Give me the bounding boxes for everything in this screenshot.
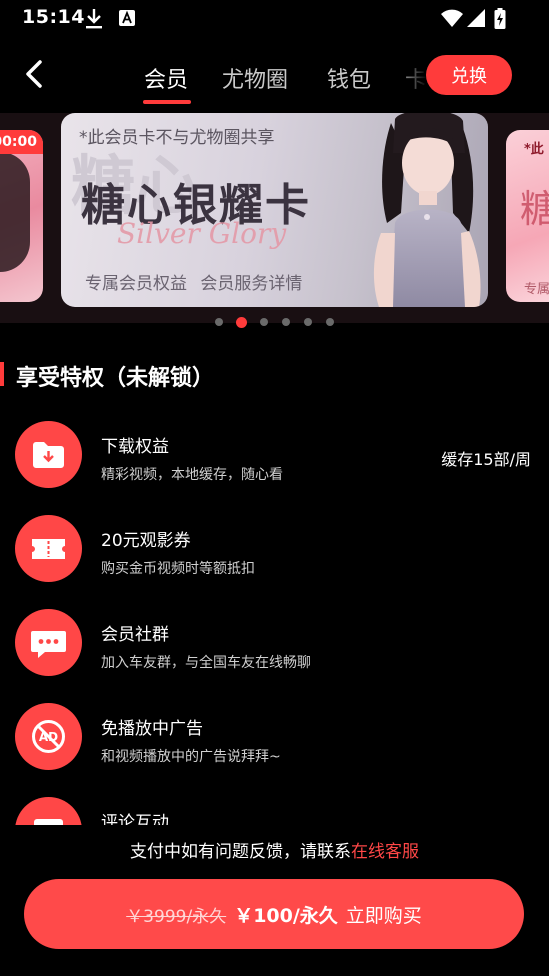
comment-icon <box>15 797 82 825</box>
card-model-image <box>373 113 481 307</box>
card-title: 糖 <box>520 187 549 231</box>
list-item: 会员社群 加入车友群，与全国车友在线畅聊 <box>0 598 549 692</box>
card-links: 专属会员权益 会员服务详情 <box>85 269 302 294</box>
carousel-dots <box>0 317 549 329</box>
card-note: *此会员卡不与尤物圈共享 <box>79 128 275 148</box>
wifi-icon <box>440 8 464 32</box>
tab-wallet[interactable]: 钱包 <box>327 62 371 94</box>
back-icon[interactable] <box>20 56 48 92</box>
download-folder-icon <box>15 421 82 488</box>
privilege-name: 免播放中广告 <box>101 719 203 739</box>
battery-icon <box>494 8 506 34</box>
carousel-dot-active[interactable] <box>236 317 247 328</box>
buy-now-button[interactable]: ￥3999/永久 ￥100/永久 立即购买 <box>24 879 524 949</box>
card-timer: 00:00 <box>0 130 43 154</box>
no-ads-icon: AD <box>15 703 82 770</box>
privilege-name: 20元观影券 <box>101 531 191 551</box>
online-support-link[interactable]: 在线客服 <box>351 842 419 862</box>
privilege-name: 下载权益 <box>101 437 169 457</box>
benefits-link[interactable]: 专属会员权益 <box>85 274 187 294</box>
buy-label: 立即购买 <box>345 904 422 927</box>
ticket-icon <box>15 515 82 582</box>
tab-active-indicator <box>143 100 191 104</box>
next-card[interactable]: *此 糖 专属 <box>506 130 549 302</box>
purchase-footer: 支付中如有问题反馈，请联系在线客服 ￥3999/永久 ￥100/永久 立即购买 <box>0 825 549 976</box>
privilege-desc: 加入车友群，与全国车友在线畅聊 <box>101 655 311 671</box>
tab-member[interactable]: 会员 <box>144 62 188 94</box>
status-time: 15:14 <box>22 6 85 28</box>
tab-youwu-circle[interactable]: 尤物圈 <box>222 62 288 94</box>
service-details-link[interactable]: 会员服务详情 <box>200 274 302 294</box>
carousel-dot[interactable] <box>260 318 268 326</box>
privilege-quota: 缓存15部/周 <box>441 450 531 469</box>
carousel-dot[interactable] <box>215 318 223 326</box>
list-item: 下载权益 精彩视频，本地缓存，随心看 缓存15部/周 <box>0 410 549 504</box>
section-accent-bar <box>0 362 4 386</box>
membership-card-carousel[interactable]: 00:00 糖心 *此会员卡不与尤物圈共享 糖心银耀卡 Silver Glory… <box>0 113 549 323</box>
list-item: 20元观影券 购买金币视频时等额抵扣 <box>0 504 549 598</box>
status-bar: 15:14 <box>0 0 549 36</box>
download-icon <box>84 8 104 34</box>
current-price: ￥100/永久 <box>234 904 338 927</box>
card-script: Silver Glory <box>117 217 287 250</box>
chat-bubble-icon <box>15 609 82 676</box>
a-icon <box>118 8 136 32</box>
svg-text:AD: AD <box>39 730 58 744</box>
original-price: ￥3999/永久 <box>126 906 227 927</box>
support-prompt: 支付中如有问题反馈，请联系 <box>130 842 351 862</box>
privileges-list[interactable]: 下载权益 精彩视频，本地缓存，随心看 缓存15部/周 20元观影券 购买金币视频… <box>0 410 549 825</box>
privilege-desc: 和视频播放中的广告说拜拜~ <box>101 749 281 765</box>
carousel-dot[interactable] <box>304 318 312 326</box>
carousel-dot[interactable] <box>326 318 334 326</box>
list-item: AD 免播放中广告 和视频播放中的广告说拜拜~ <box>0 692 549 786</box>
privilege-name: 评论互动 <box>101 813 169 825</box>
privilege-desc: 购买金币视频时等额抵扣 <box>101 561 255 577</box>
card-image <box>0 152 30 272</box>
section-title: 享受特权（未解锁） <box>16 366 215 391</box>
card-links: 专属 <box>524 282 549 297</box>
carousel-dot[interactable] <box>282 318 290 326</box>
silver-glory-card[interactable]: 糖心 *此会员卡不与尤物圈共享 糖心银耀卡 Silver Glory 专属会员权… <box>61 113 488 307</box>
support-text: 支付中如有问题反馈，请联系在线客服 <box>0 837 549 862</box>
prev-card[interactable]: 00:00 <box>0 130 43 302</box>
card-note: *此 <box>524 142 544 157</box>
list-item: 评论互动 <box>0 786 549 825</box>
privilege-name: 会员社群 <box>101 625 169 645</box>
redeem-button[interactable]: 兑换 <box>426 55 512 95</box>
privilege-desc: 精彩视频，本地缓存，随心看 <box>101 467 283 483</box>
signal-icon <box>466 8 486 32</box>
